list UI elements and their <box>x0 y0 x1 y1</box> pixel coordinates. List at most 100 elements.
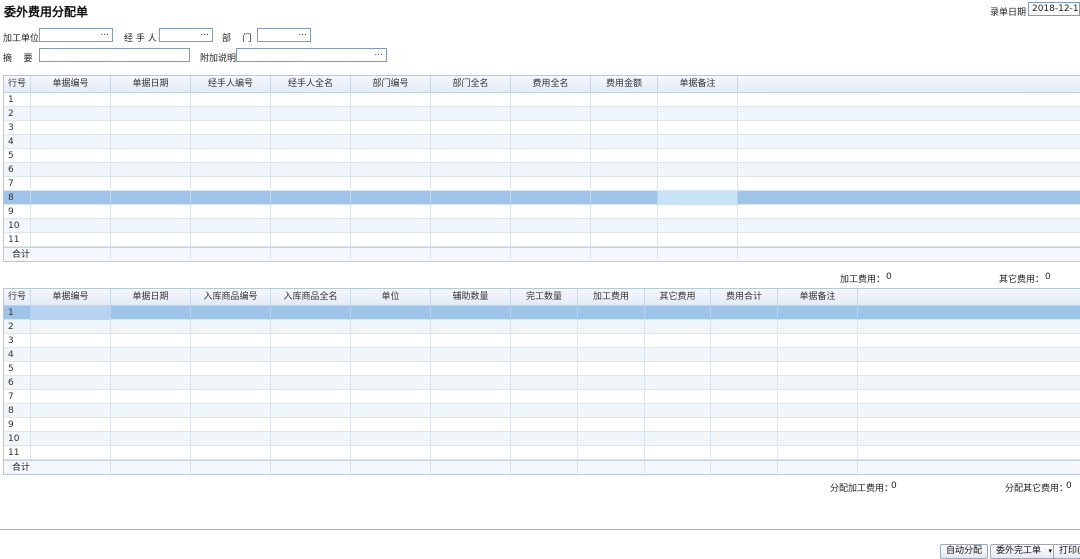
table-cell[interactable] <box>778 306 858 320</box>
table-cell[interactable] <box>711 446 778 460</box>
table-cell[interactable] <box>111 163 191 177</box>
table-cell[interactable] <box>578 390 645 404</box>
table-cell[interactable] <box>645 404 711 418</box>
table-row[interactable]: 5 <box>4 149 1080 163</box>
table-cell[interactable] <box>271 320 351 334</box>
table-cell[interactable] <box>511 121 591 135</box>
table-cell[interactable] <box>658 121 738 135</box>
table-cell[interactable] <box>711 348 778 362</box>
table-cell[interactable] <box>511 362 578 376</box>
table-cell[interactable] <box>191 404 271 418</box>
table-cell[interactable] <box>778 404 858 418</box>
table-cell[interactable] <box>191 219 271 233</box>
table-cell[interactable] <box>711 404 778 418</box>
table-cell[interactable] <box>645 334 711 348</box>
table-cell[interactable] <box>111 93 191 107</box>
table-cell[interactable] <box>191 418 271 432</box>
table-cell[interactable] <box>111 219 191 233</box>
table-cell[interactable] <box>778 362 858 376</box>
entry-date-input[interactable]: 2018-12-12 <box>1028 2 1080 16</box>
table-cell[interactable] <box>431 191 511 205</box>
table-cell[interactable] <box>658 205 738 219</box>
table-row[interactable]: 4 <box>4 348 1080 362</box>
table-cell[interactable] <box>271 107 351 121</box>
table-cell[interactable] <box>431 306 511 320</box>
table-cell[interactable] <box>31 205 111 219</box>
table-cell[interactable] <box>111 107 191 121</box>
table-cell[interactable] <box>351 334 431 348</box>
table-cell[interactable] <box>351 446 431 460</box>
table-cell[interactable] <box>351 177 431 191</box>
table-cell[interactable] <box>191 205 271 219</box>
table-cell[interactable] <box>191 135 271 149</box>
summary-input[interactable] <box>39 48 190 62</box>
table-row[interactable]: 10 <box>4 432 1080 446</box>
table-cell[interactable] <box>578 404 645 418</box>
table-cell[interactable] <box>591 177 658 191</box>
column-header[interactable]: 单据编号 <box>31 289 111 306</box>
table-cell[interactable] <box>711 334 778 348</box>
table-cell[interactable] <box>271 446 351 460</box>
table-cell[interactable] <box>778 432 858 446</box>
table-cell[interactable] <box>271 177 351 191</box>
table-cell[interactable] <box>591 135 658 149</box>
table-cell[interactable] <box>31 135 111 149</box>
table-cell[interactable] <box>271 191 351 205</box>
browse-icon[interactable]: ... <box>374 48 383 58</box>
table-cell[interactable] <box>658 135 738 149</box>
table-cell[interactable] <box>511 149 591 163</box>
table-cell[interactable] <box>351 418 431 432</box>
table-cell[interactable] <box>658 233 738 247</box>
table-cell[interactable] <box>351 219 431 233</box>
table-cell[interactable] <box>351 121 431 135</box>
table-cell[interactable] <box>431 107 511 121</box>
table-row[interactable]: 3 <box>4 121 1080 135</box>
table-cell[interactable] <box>711 418 778 432</box>
table-cell[interactable] <box>578 418 645 432</box>
table-cell[interactable] <box>578 362 645 376</box>
table-cell[interactable] <box>31 404 111 418</box>
table-cell[interactable] <box>351 362 431 376</box>
table-cell[interactable] <box>111 306 191 320</box>
department-input[interactable]: ... <box>257 28 311 42</box>
table-cell[interactable] <box>111 348 191 362</box>
table-cell[interactable] <box>4 320 31 334</box>
browse-icon[interactable]: ... <box>100 28 109 38</box>
table-cell[interactable] <box>191 93 271 107</box>
table-cell[interactable] <box>4 107 31 121</box>
table-cell[interactable] <box>351 376 431 390</box>
table-cell[interactable] <box>658 219 738 233</box>
processing-unit-input[interactable]: ... <box>39 28 113 42</box>
table-row[interactable]: 3 <box>4 334 1080 348</box>
table-cell[interactable] <box>778 320 858 334</box>
table-cell[interactable] <box>4 233 31 247</box>
table-cell[interactable] <box>778 446 858 460</box>
table-cell[interactable] <box>351 348 431 362</box>
table-cell[interactable] <box>31 233 111 247</box>
table-cell[interactable] <box>4 306 31 320</box>
table-cell[interactable] <box>431 163 511 177</box>
table-cell[interactable] <box>591 93 658 107</box>
table-cell[interactable] <box>511 376 578 390</box>
table-cell[interactable] <box>431 205 511 219</box>
table-row[interactable]: 2 <box>4 107 1080 121</box>
table-cell[interactable] <box>431 348 511 362</box>
table-cell[interactable] <box>645 446 711 460</box>
table-row[interactable]: 2 <box>4 320 1080 334</box>
column-header[interactable]: 费用合计 <box>711 289 778 306</box>
table-cell[interactable] <box>511 446 578 460</box>
table-cell[interactable] <box>351 233 431 247</box>
table-cell[interactable] <box>191 446 271 460</box>
table-cell[interactable] <box>191 149 271 163</box>
table-cell[interactable] <box>31 376 111 390</box>
column-header[interactable]: 单据日期 <box>111 76 191 93</box>
auto-allocate-button[interactable]: 自动分配 <box>940 544 989 559</box>
table-cell[interactable] <box>111 121 191 135</box>
table-row[interactable]: 11 <box>4 446 1080 460</box>
table-cell[interactable] <box>31 320 111 334</box>
column-header[interactable]: 单据备注 <box>658 76 738 93</box>
table-cell[interactable] <box>351 191 431 205</box>
table-cell[interactable] <box>511 390 578 404</box>
table-cell[interactable] <box>4 93 31 107</box>
table-cell[interactable] <box>191 306 271 320</box>
